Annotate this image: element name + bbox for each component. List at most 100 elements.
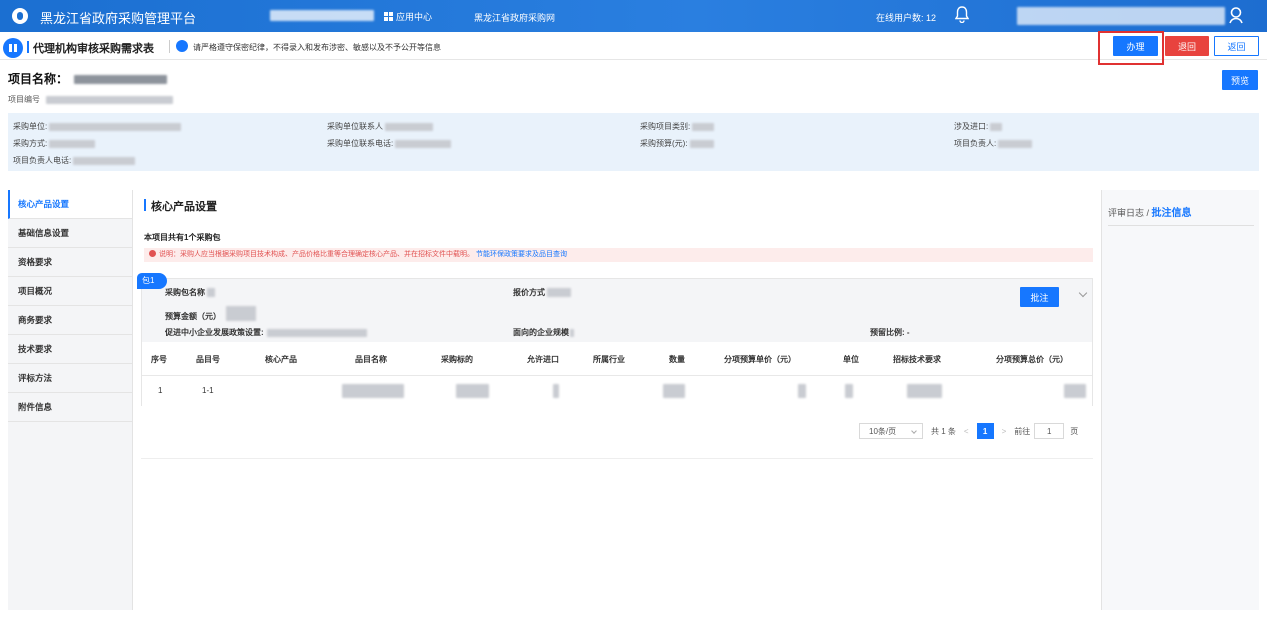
col-import: 允许进口 <box>527 355 559 364</box>
package-card: 采购包名称 报价方式 预算金额（元） 促进中小企业发展政策设置: 面向的企业规模… <box>137 273 1093 406</box>
goto-label: 前往 <box>1014 426 1031 436</box>
platform-title[interactable]: 黑龙江省政府采购管理平台 <box>40 8 196 27</box>
page-number[interactable]: 1 <box>976 423 994 439</box>
nav-technical-requirements[interactable]: 技术要求 <box>8 335 132 364</box>
project-name-label: 项目名称： <box>8 72 69 86</box>
page-size-select[interactable]: 10条/页 <box>859 423 923 439</box>
nav-qualifications[interactable]: 资格要求 <box>8 248 132 277</box>
total-count: 共 1 条 <box>931 426 956 436</box>
right-panel: 评审日志 / 批注信息 <box>1101 190 1259 610</box>
back-button[interactable]: 返回 <box>1214 36 1259 56</box>
prev-page-icon[interactable]: < <box>964 427 969 436</box>
col-industry: 所属行业 <box>593 355 625 364</box>
right-panel-tabs: 评审日志 / 批注信息 <box>1108 204 1192 219</box>
page-header: 代理机构审核采购需求表 请严格遵守保密纪律，不得录入和发布涉密、敏感以及不予公开… <box>0 32 1267 60</box>
preview-button[interactable]: 预览 <box>1222 70 1258 90</box>
tab-comments[interactable]: 批注信息 <box>1152 208 1192 219</box>
nav-basic-info[interactable]: 基础信息设置 <box>8 219 132 248</box>
bell-icon[interactable] <box>955 6 969 23</box>
redacted-quantity <box>663 384 685 398</box>
pagination: 10条/页 共 1 条 < 1 > 前往 1 页 <box>859 423 1078 439</box>
col-index: 序号 <box>151 355 167 364</box>
main-content: 核心产品设置 本项目共有1个采购包 说明：采购人应当根据采购项目技术构成、产品价… <box>135 190 1099 610</box>
redacted-item-name <box>342 384 404 398</box>
cell-item-no: 1-1 <box>202 386 214 395</box>
redacted-user-account[interactable] <box>1017 7 1225 25</box>
info-budget: 采购预算(元): <box>640 138 714 149</box>
goto-page-input[interactable]: 1 <box>1034 423 1065 439</box>
table-header: 序号 品目号 核心产品 品目名称 采购标的 允许进口 所属行业 数量 分项预算单… <box>142 342 1092 376</box>
enterprise-scale: 面向的企业规模 <box>513 327 574 338</box>
project-name: 项目名称： <box>8 70 168 87</box>
col-tech-requirements: 招标技术要求 <box>893 355 941 364</box>
info-method: 采购方式: <box>13 138 96 149</box>
info-leader: 项目负责人: <box>954 138 1033 149</box>
cell-index: 1 <box>158 386 163 395</box>
info-import: 涉及进口: <box>954 121 1003 132</box>
alert-icon <box>149 250 156 257</box>
page-suffix: 页 <box>1070 426 1079 436</box>
col-subject: 采购标的 <box>441 355 473 364</box>
package-tag: 包1 <box>137 273 167 289</box>
nav-project-overview[interactable]: 项目概况 <box>8 277 132 306</box>
info-contact: 采购单位联系人 <box>327 121 434 132</box>
redacted-project-code <box>46 95 173 104</box>
redacted-project-name <box>74 75 168 85</box>
app-center-link[interactable]: 应用中心 <box>384 10 432 23</box>
annotate-button[interactable]: 批注 <box>1020 287 1059 307</box>
info-leader-phone: 项目负责人电话: <box>13 155 136 166</box>
section-title: 核心产品设置 <box>151 201 217 213</box>
module-icon <box>3 38 23 58</box>
app-center-label: 应用中心 <box>396 12 433 22</box>
chevron-down-icon[interactable] <box>1078 288 1088 298</box>
platform-logo-icon <box>12 8 28 24</box>
redacted-import <box>553 384 559 398</box>
search-icon[interactable] <box>1228 6 1244 24</box>
col-item-no: 品目号 <box>196 355 220 364</box>
reject-button[interactable]: 退回 <box>1165 36 1209 56</box>
next-page-icon[interactable]: > <box>1002 427 1007 436</box>
col-item-name: 品目名称 <box>355 355 387 364</box>
redacted-subject <box>456 384 489 398</box>
reserve-ratio: 预留比例: - <box>870 328 910 337</box>
project-info-panel: 采购单位: 采购单位联系人 采购项目类别: 涉及进口: 采购方式: 采购单位联系… <box>8 113 1259 171</box>
nav-business-requirements[interactable]: 商务要求 <box>8 306 132 335</box>
redacted-total-price <box>1064 384 1086 398</box>
package-name: 采购包名称 <box>165 287 215 298</box>
online-users: 在线用户数: 12 <box>876 11 936 24</box>
project-code: 项目编号 <box>8 94 173 105</box>
redacted-user-org <box>270 10 374 21</box>
policy-note: 说明：采购人应当根据采购项目技术构成、产品价格比重等合理确定核心产品、并在招标文… <box>144 248 1093 262</box>
col-quantity: 数量 <box>669 355 685 364</box>
page-title: 代理机构审核采购需求表 <box>33 43 154 55</box>
info-contact-phone: 采购单位联系电话: <box>327 138 452 149</box>
chevron-down-icon <box>911 428 917 434</box>
package-summary: 采购包名称 报价方式 预算金额（元） 促进中小企业发展政策设置: 面向的企业规模… <box>142 279 1092 342</box>
portal-link[interactable]: 黑龙江省政府采购网 <box>474 11 555 24</box>
redacted-unit <box>845 384 853 398</box>
table-row: 1 1-1 <box>142 376 1092 406</box>
redacted-unit-price <box>798 384 806 398</box>
project-code-label: 项目编号 <box>8 95 40 104</box>
col-total-price: 分项预算总价（元） <box>996 355 1068 364</box>
col-core-product: 核心产品 <box>265 355 297 364</box>
nav-attachments[interactable]: 附件信息 <box>8 393 132 422</box>
policy-query-link[interactable]: 节能环保政策要求及品目查询 <box>476 251 567 258</box>
speaker-icon <box>176 40 188 52</box>
quote-method: 报价方式 <box>513 287 571 298</box>
col-unit-price: 分项预算单价（元） <box>724 355 796 364</box>
package-count: 本项目共有1个采购包 <box>144 233 221 242</box>
sme-policy: 促进中小企业发展政策设置: <box>165 327 367 338</box>
confidentiality-notice: 请严格遵守保密纪律，不得录入和发布涉密、敏感以及不予公开等信息 <box>193 43 441 52</box>
nav-core-products[interactable]: 核心产品设置 <box>8 190 132 219</box>
nav-evaluation-method[interactable]: 评标方法 <box>8 364 132 393</box>
top-bar: 黑龙江省政府采购管理平台 应用中心 黑龙江省政府采购网 在线用户数: 12 <box>0 0 1267 32</box>
redacted-tech-req <box>907 384 942 398</box>
handle-button[interactable]: 办理 <box>1113 36 1158 56</box>
info-category: 采购项目类别: <box>640 121 715 132</box>
app-grid-icon <box>384 12 393 21</box>
budget-amount: 预算金额（元） <box>165 306 256 322</box>
online-count: 12 <box>926 13 937 23</box>
info-unit: 采购单位: <box>13 121 182 132</box>
tab-review-log[interactable]: 评审日志 / <box>1108 208 1149 218</box>
